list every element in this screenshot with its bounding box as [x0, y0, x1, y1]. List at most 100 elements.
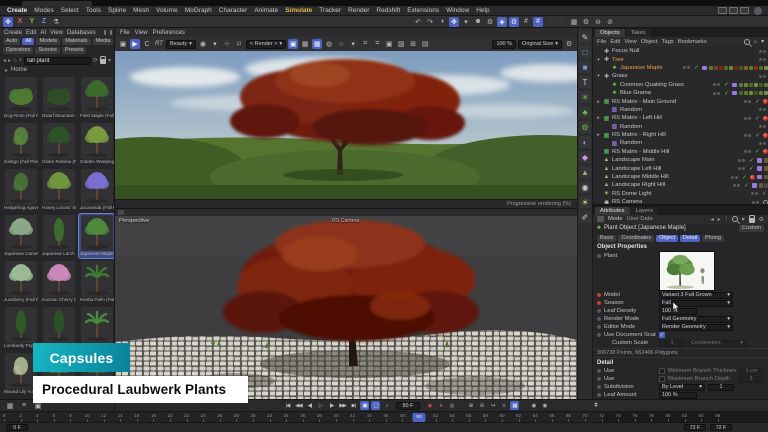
- editor-visibility-dot[interactable]: [759, 108, 762, 111]
- dropdown-model[interactable]: Variant 3 Full Grown▾: [659, 292, 733, 299]
- detail-parameter-field[interactable]: 3: [738, 376, 764, 383]
- asset-item-japanese-larch-fall-pl[interactable]: Japanese Larch (Fall Pl...: [41, 214, 77, 258]
- menu-create[interactable]: Create: [4, 7, 30, 14]
- ab-menu-create[interactable]: Create: [4, 30, 22, 36]
- detail-parameter-field[interactable]: 1 cm: [739, 368, 764, 375]
- material-tag-icon[interactable]: [749, 66, 754, 71]
- use-checkbox[interactable]: [659, 368, 665, 374]
- disabled-tool-icon[interactable]: ◌: [545, 17, 555, 27]
- am-search-icon[interactable]: [732, 216, 738, 222]
- layout-1-icon[interactable]: [718, 7, 727, 14]
- rv-menu-file[interactable]: File: [120, 30, 130, 36]
- editor-visibility-dot[interactable]: [738, 159, 741, 162]
- editor-visibility-dot[interactable]: [683, 66, 686, 69]
- render-visibility-dot[interactable]: [748, 100, 751, 103]
- enabled-check-icon[interactable]: ✓: [749, 157, 755, 164]
- asset-item-field-maple-fall-plant[interactable]: Field Maple (Fall Plant): [79, 76, 114, 120]
- folder-icon[interactable]: ▤: [420, 39, 430, 49]
- parameter-key-toggle[interactable]: ↪: [488, 401, 497, 410]
- tab-attributes[interactable]: Attributes: [595, 207, 630, 215]
- render-visibility-dot[interactable]: [742, 167, 745, 170]
- asset-item-honey-locust-sunbur[interactable]: Honey Locust 'Sunbur...: [41, 168, 77, 212]
- material-tag-icon[interactable]: [764, 166, 768, 171]
- home-filter-icon[interactable]: ⌂: [754, 39, 758, 45]
- menu-spline[interactable]: Spline: [105, 7, 129, 14]
- zoom-level-field[interactable]: 100 %: [492, 40, 516, 49]
- tab-objects[interactable]: Objects: [595, 29, 625, 37]
- section-tab-detail[interactable]: Detail: [680, 235, 700, 242]
- enabled-check-icon[interactable]: ✓: [724, 90, 730, 97]
- enabled-check-icon[interactable]: ✓: [744, 182, 750, 189]
- custom-scale-field[interactable]: 1: [659, 340, 685, 347]
- asset-item-juneberry-fall-plant[interactable]: Juneberry (Fall Plant): [3, 260, 39, 304]
- category-tab-operators[interactable]: Operators: [3, 47, 33, 54]
- keyframe-dot[interactable]: [597, 369, 601, 373]
- home-icon[interactable]: ⌂: [13, 58, 17, 64]
- dropdown-caret-icon[interactable]: ▾: [210, 39, 220, 49]
- object-row-rs-matrix-main-ground[interactable]: ▸▦RS Matrix - Main Ground✓: [593, 97, 768, 105]
- playhead[interactable]: 50: [413, 413, 426, 422]
- material-tag-icon[interactable]: [764, 175, 768, 180]
- filter-tab-media[interactable]: Media: [93, 38, 114, 45]
- ab-menu-ai[interactable]: AI: [40, 30, 46, 36]
- object-label[interactable]: Landscape Right Hill: [612, 182, 665, 188]
- filter-tab-materials[interactable]: Materials: [62, 38, 90, 45]
- undock-icon[interactable]: [110, 30, 112, 35]
- keyframe-selection-button[interactable]: ◎: [447, 401, 456, 410]
- editor-visibility-dot[interactable]: [759, 142, 762, 145]
- material-tag-icon[interactable]: [744, 91, 749, 96]
- material-tag-icon[interactable]: [759, 183, 764, 188]
- render-visibility-dot[interactable]: [687, 66, 690, 69]
- dropdown-editor-mode[interactable]: Render Geometry▾: [659, 324, 733, 331]
- keyframe-dot[interactable]: [597, 377, 601, 381]
- asset-item-golden-weeping-willo[interactable]: Golden Weeping Willo...: [79, 122, 114, 166]
- enabled-check-icon[interactable]: ✓: [755, 115, 761, 122]
- section-tab-coordinates[interactable]: Coordinates: [618, 235, 654, 242]
- om-menu-tags[interactable]: Tags: [662, 39, 674, 45]
- object-row-landscape-middle-hill[interactable]: ▲Landscape Middle Hill✓: [593, 173, 768, 181]
- section-tab-object[interactable]: Object: [656, 235, 678, 242]
- section-tab-basic[interactable]: Basic: [597, 235, 616, 242]
- custom-scale-unit-dropdown[interactable]: Centimeters▾: [688, 340, 746, 347]
- workplane-icon[interactable]: #: [521, 17, 531, 27]
- object-label[interactable]: RS Matrix - Left Hill: [612, 115, 662, 121]
- x-axis-lock-button[interactable]: X: [15, 17, 25, 27]
- region-render-icon[interactable]: ⌑: [234, 39, 244, 49]
- menu-character[interactable]: Character: [216, 7, 251, 14]
- object-label[interactable]: Blue Grama: [620, 90, 651, 96]
- move-tool-icon[interactable]: ✥: [449, 17, 459, 27]
- object-row-landscape-left-hill[interactable]: ▲Landscape Left Hill✓: [593, 164, 768, 172]
- keyframe-dot[interactable]: [597, 341, 601, 345]
- checkbox-use-document-scale[interactable]: ✓: [659, 332, 665, 338]
- object-row-blue-grama[interactable]: ♣Blue Grama✓: [593, 89, 768, 97]
- keyframe-dot[interactable]: [597, 333, 601, 337]
- menu-window[interactable]: Window: [443, 7, 472, 14]
- material-tag-icon[interactable]: [759, 66, 764, 71]
- object-row-rs-dome-light[interactable]: ☀RS Dome Light✓: [593, 190, 768, 198]
- keyframe-dot[interactable]: [597, 317, 601, 321]
- coordinate-system-button[interactable]: ⚗: [51, 17, 61, 27]
- section-tab-phong[interactable]: Phong: [702, 235, 724, 242]
- enabled-check-icon[interactable]: ✓: [755, 132, 761, 139]
- falsecolor-icon[interactable]: ○: [336, 39, 346, 49]
- forward-icon[interactable]: ▸: [8, 57, 11, 64]
- start-ipr-icon[interactable]: ▶: [130, 39, 140, 49]
- light-icon[interactable]: ☀: [579, 196, 591, 208]
- layout-2-icon[interactable]: [729, 7, 738, 14]
- object-label[interactable]: Tree: [612, 57, 624, 63]
- object-row-grass[interactable]: ▾✚Grass: [593, 72, 768, 80]
- pixel-grid-icon[interactable]: ▦: [300, 39, 310, 49]
- category-tab-presets[interactable]: Presets: [62, 47, 87, 54]
- volume-icon[interactable]: ◆: [579, 151, 591, 163]
- solo-off-button[interactable]: ◉: [529, 401, 538, 410]
- material-tag-icon[interactable]: [724, 66, 729, 71]
- search-input[interactable]: [27, 58, 88, 64]
- material-tag-icon[interactable]: [739, 91, 744, 96]
- material-tag-icon[interactable]: [719, 66, 724, 71]
- document-tab[interactable]: [22, 1, 92, 6]
- object-label[interactable]: RS Camera: [612, 199, 642, 204]
- object-row-common-quaking-grass[interactable]: ♣Common Quaking Grass✓: [593, 81, 768, 89]
- solo-single-button[interactable]: ◉: [540, 401, 549, 410]
- menu-extensions[interactable]: Extensions: [404, 7, 442, 14]
- asset-item-dwarf-mountain-pine[interactable]: Dwarf Mountain Pine (...: [41, 76, 77, 120]
